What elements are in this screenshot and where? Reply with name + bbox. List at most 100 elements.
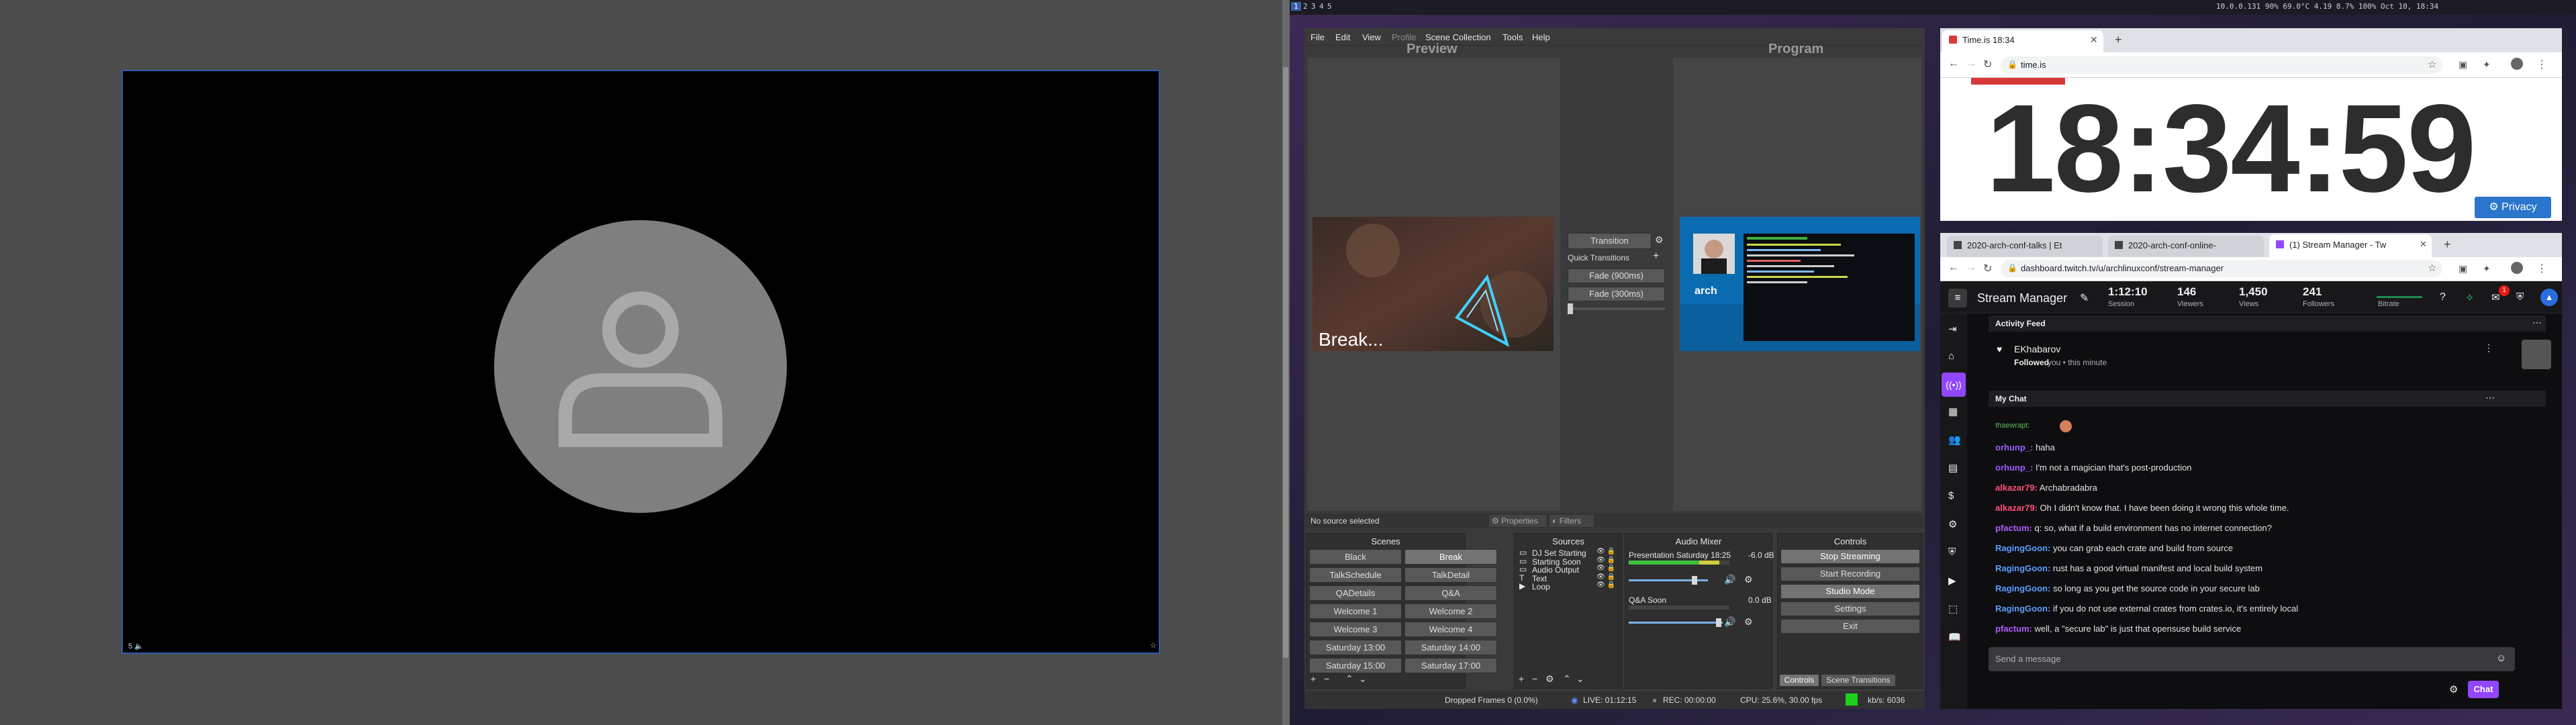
source-up-icon[interactable]: ⌃: [1563, 673, 1571, 685]
chat-username[interactable]: RagingGoon:: [1995, 543, 2050, 553]
divider-handle[interactable]: [1283, 67, 1288, 658]
properties-button[interactable]: ⚙ Properties: [1489, 515, 1547, 527]
forward-icon[interactable]: →: [1966, 58, 1976, 70]
scene-item[interactable]: Welcome 1: [1309, 603, 1402, 619]
bits-icon[interactable]: ✧: [2465, 291, 2474, 305]
visibility-lock-icon[interactable]: 👁 🔒: [1596, 565, 1615, 572]
gear-icon[interactable]: ⚙: [1655, 234, 1664, 246]
chat-input[interactable]: Send a message ☺: [1989, 647, 2515, 671]
fade-300-select[interactable]: Fade (300ms): [1568, 287, 1665, 301]
menu-kebab-icon[interactable]: ⋮: [2536, 262, 2547, 275]
activity-user[interactable]: EKhabarov: [2014, 344, 2060, 354]
settings-button[interactable]: Settings: [1780, 601, 1920, 616]
safety-icon[interactable]: ⛨: [1948, 546, 1956, 558]
workspace-3-button[interactable]: 3: [1311, 2, 1316, 11]
source-settings-icon[interactable]: ⚙: [1545, 673, 1554, 685]
tab-close-icon[interactable]: ✕: [2420, 239, 2427, 250]
mixer-track-2-speaker-icon[interactable]: 🔊: [1724, 616, 1735, 628]
timeis-tab[interactable]: Time.is 18:34 ✕: [1942, 30, 2103, 52]
chat-username[interactable]: orhunp_:: [1995, 463, 2033, 473]
source-item[interactable]: Loop: [1532, 582, 1550, 591]
twitch-address-bar[interactable]: 🔒 dashboard.twitch.tv/u/archlinuxconf/st…: [2001, 260, 2442, 277]
chat-send-button[interactable]: Chat: [2468, 681, 2499, 698]
chat-username[interactable]: pfactum:: [1995, 624, 2032, 634]
move-up-icon[interactable]: ⌃: [1345, 673, 1353, 685]
content-icon[interactable]: ▤: [1948, 462, 1958, 474]
activity-item-more-icon[interactable]: ⋮: [2484, 342, 2493, 354]
add-source-icon[interactable]: +: [1519, 673, 1524, 684]
home-icon[interactable]: ⌂: [1948, 350, 1954, 362]
analytics-icon[interactable]: ▦: [1948, 405, 1958, 418]
move-down-icon[interactable]: ⌄: [1359, 673, 1367, 685]
tab-arch-conf-talks[interactable]: 2020-arch-conf-talks | Et: [1947, 236, 2103, 257]
scene-item[interactable]: Break: [1404, 549, 1497, 565]
stop-streaming-button[interactable]: Stop Streaming: [1780, 549, 1920, 564]
new-tab-icon[interactable]: +: [2444, 238, 2451, 252]
menu-tools[interactable]: Tools: [1502, 32, 1523, 42]
remove-source-icon[interactable]: −: [1532, 673, 1537, 684]
scene-item[interactable]: TalkSchedule: [1309, 567, 1402, 583]
menu-scene-collection[interactable]: Scene Collection: [1425, 32, 1491, 42]
chat-username[interactable]: RagingGoon:: [1995, 583, 2050, 593]
chat-username[interactable]: RagingGoon:: [1995, 603, 2050, 614]
scene-item[interactable]: QADetails: [1309, 585, 1402, 601]
workspace-5-button[interactable]: 5: [1327, 2, 1332, 11]
chat-username[interactable]: alkazar79:: [1995, 483, 2038, 493]
chat-settings-icon[interactable]: ⚙: [2449, 683, 2458, 695]
source-down-icon[interactable]: ⌄: [1576, 673, 1584, 685]
back-icon[interactable]: ←: [1948, 262, 1959, 274]
video-icon[interactable]: ▶: [1948, 575, 1956, 587]
stream-broadcast-icon[interactable]: ((•)): [1942, 373, 1966, 397]
forward-icon[interactable]: →: [1966, 262, 1976, 274]
fade-900-select[interactable]: Fade (900ms): [1568, 269, 1665, 283]
workspace-4-button[interactable]: 4: [1319, 2, 1324, 11]
workspace-2-button[interactable]: 2: [1303, 2, 1308, 11]
creator-camp-icon[interactable]: 📖: [1948, 631, 1961, 643]
chat-username[interactable]: RagingGoon:: [1995, 563, 2050, 573]
reload-icon[interactable]: ↻: [1983, 262, 1992, 275]
add-scene-icon[interactable]: +: [1310, 673, 1316, 684]
shield-icon[interactable]: ⛨: [2516, 291, 2524, 303]
visibility-lock-icon[interactable]: 👁 🔒: [1596, 557, 1615, 564]
monetization-icon[interactable]: $: [1948, 490, 1954, 501]
settings-icon[interactable]: ⚙: [1948, 518, 1957, 530]
user-avatar[interactable]: ▲: [2540, 289, 2558, 306]
menu-edit[interactable]: Edit: [1335, 32, 1350, 42]
scene-item[interactable]: Welcome 4: [1404, 622, 1497, 637]
chat-username[interactable]: orhunp_:: [1995, 442, 2033, 452]
new-tab-icon[interactable]: +: [2115, 33, 2122, 47]
community-icon[interactable]: 👥: [1948, 434, 1961, 446]
scene-item[interactable]: Saturday 15:00: [1309, 658, 1402, 673]
extension-puzzle-icon[interactable]: ✦: [2483, 263, 2491, 275]
hamburger-menu-icon[interactable]: ≡: [1948, 289, 1967, 307]
scene-item[interactable]: Welcome 3: [1309, 622, 1402, 637]
scene-item[interactable]: Saturday 14:00: [1404, 640, 1497, 655]
extensions-icon[interactable]: ⬚: [1948, 603, 1958, 615]
privacy-button[interactable]: ⚙ Privacy: [2475, 197, 2551, 218]
transition-slider-track[interactable]: [1568, 307, 1665, 310]
workspace-1-button[interactable]: 1: [1291, 2, 1301, 11]
back-icon[interactable]: ←: [1948, 58, 1959, 70]
participant-video-tile[interactable]: 5 🔈 ☆: [122, 70, 1160, 654]
extension-icon[interactable]: ▣: [2459, 59, 2467, 70]
mixer-track-1-volume-handle[interactable]: [1692, 576, 1697, 585]
visibility-lock-icon[interactable]: 👁 🔒: [1596, 581, 1615, 589]
emote-picker-icon[interactable]: ☺: [2496, 652, 2506, 664]
notifications-icon[interactable]: ✉: [2491, 291, 2500, 303]
help-icon[interactable]: ?: [2440, 291, 2446, 303]
collapse-rail-icon[interactable]: ⇥: [1948, 323, 1957, 335]
menu-help[interactable]: Help: [1532, 32, 1550, 42]
menu-kebab-icon[interactable]: ⋮: [2536, 58, 2547, 71]
profile-avatar[interactable]: [2511, 262, 2523, 274]
transition-button[interactable]: Transition: [1568, 233, 1652, 249]
viewer-thumbnail[interactable]: [2522, 340, 2551, 369]
start-recording-button[interactable]: Start Recording: [1780, 567, 1920, 581]
mixer-track-1-gear-icon[interactable]: ⚙: [1744, 574, 1753, 585]
activity-more-icon[interactable]: ⋯: [2532, 317, 2542, 328]
filters-button[interactable]: ◐ Filters: [1549, 515, 1594, 527]
mixer-track-2-volume-handle[interactable]: [1716, 618, 1721, 627]
timeis-address-bar[interactable]: 🔒 time.is ☆: [2001, 56, 2442, 74]
menu-profile[interactable]: Profile: [1392, 32, 1417, 42]
profile-avatar[interactable]: [2511, 58, 2523, 70]
reload-icon[interactable]: ↻: [1983, 58, 1992, 71]
